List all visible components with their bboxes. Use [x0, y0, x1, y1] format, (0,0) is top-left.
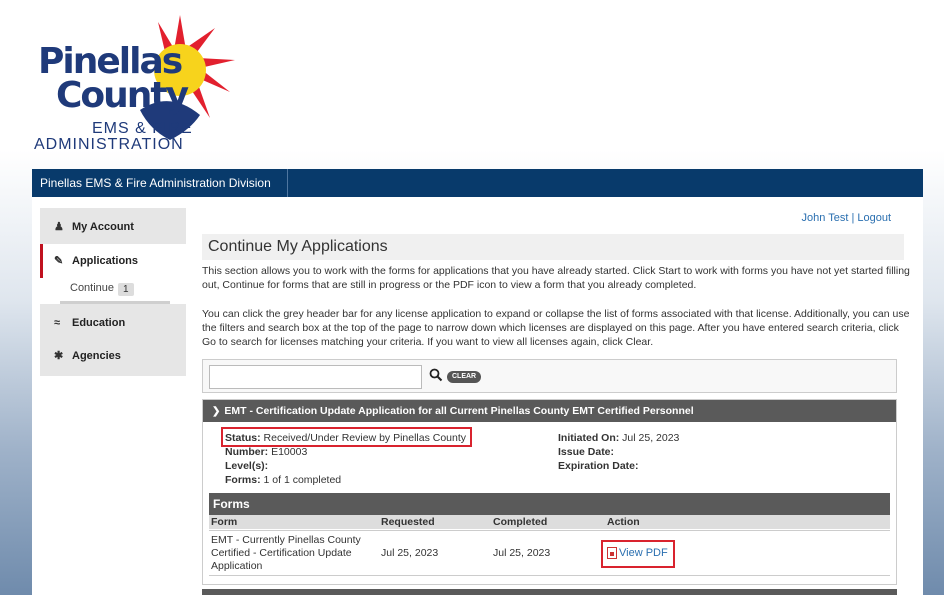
view-pdf-label: View PDF — [619, 547, 668, 559]
issue-date-label: Issue Date: — [558, 446, 615, 458]
initiated-value: Jul 25, 2023 — [622, 432, 680, 444]
expiration-date-label: Expiration Date: — [558, 460, 639, 472]
page-title: Continue My Applications — [202, 234, 904, 260]
top-navigation-bar: Pinellas EMS & Fire Administration Divis… — [32, 169, 923, 197]
sidebar-item-agencies[interactable]: ✱ Agencies — [40, 339, 186, 373]
number-label: Number: — [225, 446, 269, 458]
table-row: EMT - Currently Pinellas County Certifie… — [209, 530, 890, 576]
search-icon[interactable] — [429, 368, 443, 382]
forms-table-header: Form Requested Completed Action — [209, 515, 890, 529]
user-logout-link[interactable]: John Test | Logout — [802, 212, 892, 224]
search-input[interactable] — [209, 365, 422, 389]
sidebar-item-label: Agencies — [72, 350, 121, 362]
asterisk-icon: ✱ — [54, 350, 64, 362]
column-header-requested: Requested — [381, 516, 435, 528]
search-panel: CLEAR — [202, 359, 897, 393]
initiated-label: Initiated On: — [558, 432, 620, 444]
forms-count-value: 1 of 1 completed — [263, 474, 342, 486]
graduation-cap-icon: ≈ — [54, 317, 61, 329]
application-header-bar[interactable]: ❯ EMT - Certification Update Application … — [203, 400, 896, 422]
sidebar: ♟ My Account ✎ Applications Continue 1 ≈ Ed… — [40, 208, 186, 376]
sidebar-item-label: Education — [72, 317, 126, 329]
sidebar-item-my-account[interactable]: ♟ My Account — [40, 210, 186, 244]
instructions-paragraph-1: This section allows you to work with the… — [202, 265, 910, 291]
edit-icon: ✎ — [54, 255, 64, 267]
logo-word-county: County — [56, 75, 189, 116]
initiated-line: Initiated On: Jul 25, 2023 — [558, 431, 679, 445]
pdf-icon — [607, 547, 617, 559]
forms-count-label: Forms: — [225, 474, 261, 486]
column-header-action: Action — [607, 516, 640, 528]
expiration-date-line: Expiration Date: — [558, 459, 639, 473]
application-card: ❯ EMT - Certification Update Application … — [202, 399, 897, 585]
number-value: E10003 — [271, 446, 308, 458]
sidebar-subitem-label: Continue — [70, 282, 115, 294]
division-title[interactable]: Pinellas EMS & Fire Administration Divis… — [32, 169, 288, 197]
level-line: Level(s): — [225, 459, 268, 473]
sidebar-item-applications[interactable]: ✎ Applications — [40, 244, 186, 278]
column-header-form: Form — [211, 516, 238, 528]
form-name-cell: EMT - Currently Pinellas County Certifie… — [211, 534, 361, 572]
main-page: ♟ My Account ✎ Applications Continue 1 ≈ Ed… — [32, 197, 923, 595]
sidebar-item-education[interactable]: ≈ Education — [40, 306, 186, 340]
status-highlight-box — [221, 427, 472, 447]
column-header-completed: Completed — [493, 516, 548, 528]
instructions-paragraph-2: You can click the grey header bar for an… — [202, 308, 910, 348]
application-title: EMT - Certification Update Application f… — [224, 405, 694, 417]
person-icon: ♟ — [54, 221, 64, 233]
forms-count-line: Forms: 1 of 1 completed — [225, 473, 341, 487]
sidebar-item-label: Applications — [72, 255, 139, 267]
number-line: Number: E10003 — [225, 445, 307, 459]
pinellas-county-logo: Pinellas County EMS & FIRE ADMINISTRATIO… — [30, 8, 250, 168]
clear-button[interactable]: CLEAR — [447, 371, 482, 383]
sidebar-item-label: My Account — [72, 221, 134, 233]
divider — [60, 301, 170, 304]
completed-cell: Jul 25, 2023 — [493, 547, 551, 559]
sidebar-subitem-continue[interactable]: Continue 1 — [40, 278, 186, 304]
count-badge: 1 — [118, 283, 134, 296]
chevron-down-icon: ❯ — [212, 406, 221, 417]
forms-section-title: Forms — [209, 493, 890, 515]
logo-subtitle-administration: ADMINISTRATION — [34, 136, 184, 153]
issue-date-line: Issue Date: — [558, 445, 614, 459]
view-pdf-link[interactable]: View PDF — [601, 540, 675, 568]
next-application-header-bar[interactable] — [202, 589, 897, 595]
level-label: Level(s): — [225, 460, 269, 472]
requested-cell: Jul 25, 2023 — [381, 547, 439, 559]
